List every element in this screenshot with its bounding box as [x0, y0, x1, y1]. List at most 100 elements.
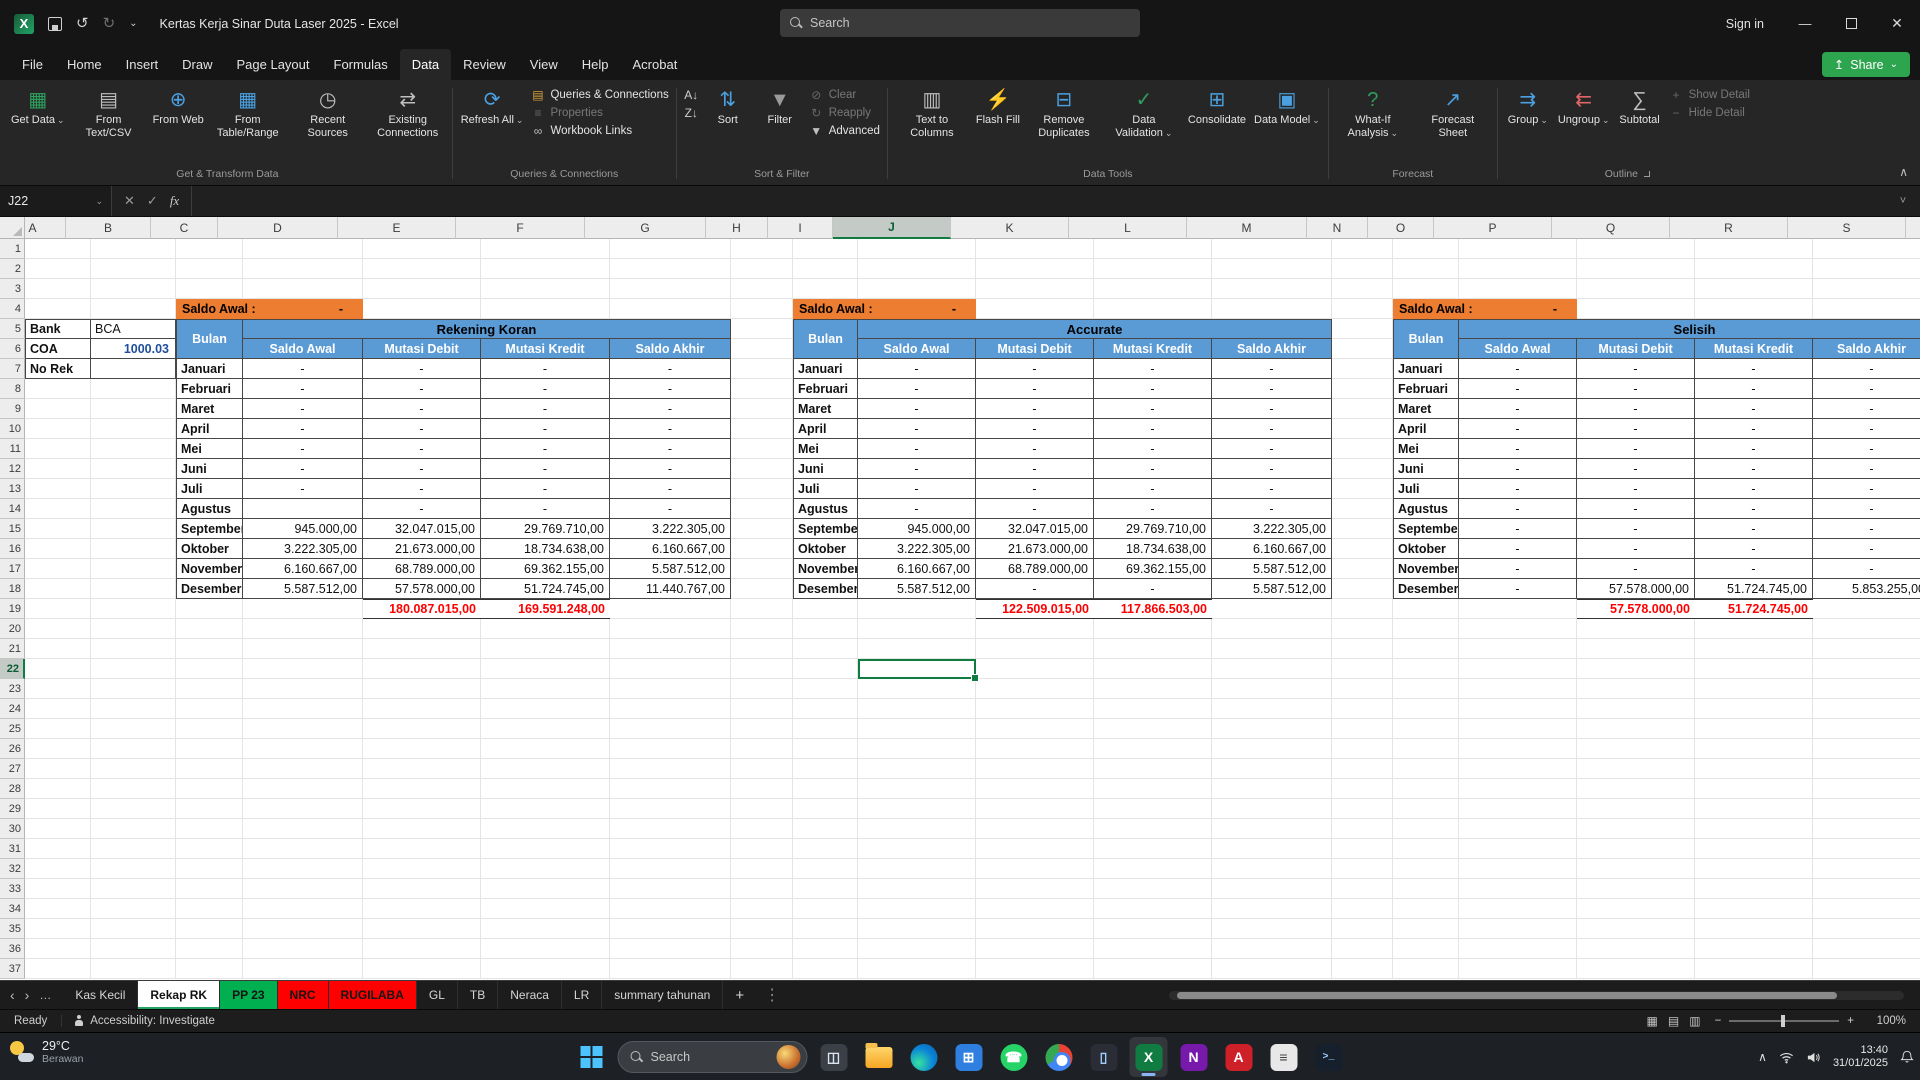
cell-K17[interactable]: 68.789.000,00: [976, 559, 1094, 579]
cell-L10[interactable]: -: [1094, 419, 1212, 439]
cell-J17[interactable]: 6.160.667,00: [858, 559, 976, 579]
cell-G14[interactable]: -: [610, 499, 731, 519]
cell-R11[interactable]: -: [1695, 439, 1813, 459]
cell-E9[interactable]: -: [363, 399, 481, 419]
formula-input[interactable]: [192, 186, 1886, 216]
whatsapp-taskbar-button[interactable]: ☎: [995, 1037, 1033, 1077]
cell-M11[interactable]: -: [1212, 439, 1332, 459]
new-sheet-button[interactable]: +: [723, 981, 756, 1009]
column-header-R[interactable]: R: [1670, 217, 1788, 239]
row-header-24[interactable]: 24: [0, 699, 25, 719]
cell-D10[interactable]: -: [243, 419, 363, 439]
cell-I16[interactable]: Oktober: [793, 539, 858, 559]
cell-K13[interactable]: -: [976, 479, 1094, 499]
cell-L19[interactable]: 117.866.503,00: [1094, 599, 1212, 619]
column-header-K[interactable]: K: [951, 217, 1069, 239]
page-break-view-icon[interactable]: ▥: [1689, 1014, 1700, 1028]
cell-P15[interactable]: -: [1459, 519, 1577, 539]
ribbon-tab-file[interactable]: File: [10, 49, 55, 80]
cell-I10[interactable]: April: [793, 419, 858, 439]
cell-P5[interactable]: Selisih: [1459, 319, 1920, 339]
cell-K12[interactable]: -: [976, 459, 1094, 479]
queries-connections-button[interactable]: ▤Queries & Connections: [530, 88, 668, 102]
cell-F14[interactable]: -: [481, 499, 610, 519]
cell-S10[interactable]: -: [1813, 419, 1920, 439]
get-data-button[interactable]: ▦Get Data⌄: [8, 84, 68, 129]
cell-G6[interactable]: Saldo Akhir: [610, 339, 731, 359]
cell-Q7[interactable]: -: [1577, 359, 1695, 379]
column-header-P[interactable]: P: [1434, 217, 1552, 239]
row-header-15[interactable]: 15: [0, 519, 25, 539]
cell-M18[interactable]: 5.587.512,00: [1212, 579, 1332, 599]
cell-D16[interactable]: 3.222.305,00: [243, 539, 363, 559]
cell-E18[interactable]: 57.578.000,00: [363, 579, 481, 599]
cell-C14[interactable]: Agustus: [176, 499, 243, 519]
column-header-S[interactable]: S: [1788, 217, 1906, 239]
sheet-tab-rugilaba[interactable]: RUGILABA: [329, 981, 417, 1009]
cell-S6[interactable]: Saldo Akhir: [1813, 339, 1920, 359]
row-header-19[interactable]: 19: [0, 599, 25, 619]
cell-A5[interactable]: Bank: [25, 319, 91, 339]
close-button[interactable]: ✕: [1874, 0, 1920, 47]
cell-F9[interactable]: -: [481, 399, 610, 419]
cell-D18[interactable]: 5.587.512,00: [243, 579, 363, 599]
clear-button[interactable]: ⊘Clear: [809, 88, 880, 102]
row-header-6[interactable]: 6: [0, 339, 25, 359]
cell-K10[interactable]: -: [976, 419, 1094, 439]
cell-F10[interactable]: -: [481, 419, 610, 439]
cell-S16[interactable]: -: [1813, 539, 1920, 559]
cell-K7[interactable]: -: [976, 359, 1094, 379]
zoom-percentage[interactable]: 100%: [1868, 1015, 1906, 1027]
collapse-ribbon-icon[interactable]: ∧: [1899, 165, 1908, 179]
expand-formula-bar-icon[interactable]: ˅: [1886, 186, 1920, 216]
file-explorer-taskbar-button[interactable]: [860, 1037, 898, 1077]
data-model-button[interactable]: ▣Data Model⌄: [1251, 84, 1323, 129]
cell-P6[interactable]: Saldo Awal: [1459, 339, 1577, 359]
row-header-34[interactable]: 34: [0, 899, 25, 919]
cell-B5[interactable]: BCA: [91, 319, 176, 339]
workbook-links-button[interactable]: ∞Workbook Links: [530, 124, 668, 138]
cell-J12[interactable]: -: [858, 459, 976, 479]
cell-Q13[interactable]: -: [1577, 479, 1695, 499]
cell-J8[interactable]: -: [858, 379, 976, 399]
cell-S8[interactable]: -: [1813, 379, 1920, 399]
filter-button[interactable]: ▼Filter: [755, 84, 805, 129]
accessibility-status[interactable]: Accessibility: Investigate: [61, 1015, 227, 1027]
cell-D7[interactable]: -: [243, 359, 363, 379]
cell-A6[interactable]: COA: [25, 339, 91, 359]
column-header-I[interactable]: I: [768, 217, 833, 239]
row-header-8[interactable]: 8: [0, 379, 25, 399]
cell-E12[interactable]: -: [363, 459, 481, 479]
sheet-tab-neraca[interactable]: Neraca: [498, 981, 562, 1009]
cell-S13[interactable]: -: [1813, 479, 1920, 499]
cell-O8[interactable]: Februari: [1393, 379, 1459, 399]
row-header-4[interactable]: 4: [0, 299, 25, 319]
row-header-9[interactable]: 9: [0, 399, 25, 419]
cell-R14[interactable]: -: [1695, 499, 1813, 519]
cell-F11[interactable]: -: [481, 439, 610, 459]
prev-sheet-icon[interactable]: ‹: [10, 987, 15, 1003]
cell-J7[interactable]: -: [858, 359, 976, 379]
cell-G18[interactable]: 11.440.767,00: [610, 579, 731, 599]
zoom-slider[interactable]: [1729, 1020, 1839, 1022]
sheet-tab-tb[interactable]: TB: [458, 981, 498, 1009]
cell-J18[interactable]: 5.587.512,00: [858, 579, 976, 599]
cell-G13[interactable]: -: [610, 479, 731, 499]
row-header-3[interactable]: 3: [0, 279, 25, 299]
cell-F19[interactable]: 169.591.248,00: [481, 599, 610, 619]
cell-M10[interactable]: -: [1212, 419, 1332, 439]
cell-L7[interactable]: -: [1094, 359, 1212, 379]
cell-R7[interactable]: -: [1695, 359, 1813, 379]
row-header-10[interactable]: 10: [0, 419, 25, 439]
row-header-35[interactable]: 35: [0, 919, 25, 939]
text-to-columns-button[interactable]: ▥Text to Columns: [893, 84, 971, 142]
acrobat-taskbar-button[interactable]: A: [1220, 1037, 1258, 1077]
cell-F13[interactable]: -: [481, 479, 610, 499]
chrome-taskbar-button[interactable]: [1040, 1037, 1078, 1077]
sheet-tab-summary-tahunan[interactable]: summary tahunan: [602, 981, 723, 1009]
cell-R17[interactable]: -: [1695, 559, 1813, 579]
cell-C7[interactable]: Januari: [176, 359, 243, 379]
ribbon-tab-page-layout[interactable]: Page Layout: [225, 49, 322, 80]
cell-P9[interactable]: -: [1459, 399, 1577, 419]
group-button[interactable]: ⇉Group⌄: [1503, 84, 1553, 129]
